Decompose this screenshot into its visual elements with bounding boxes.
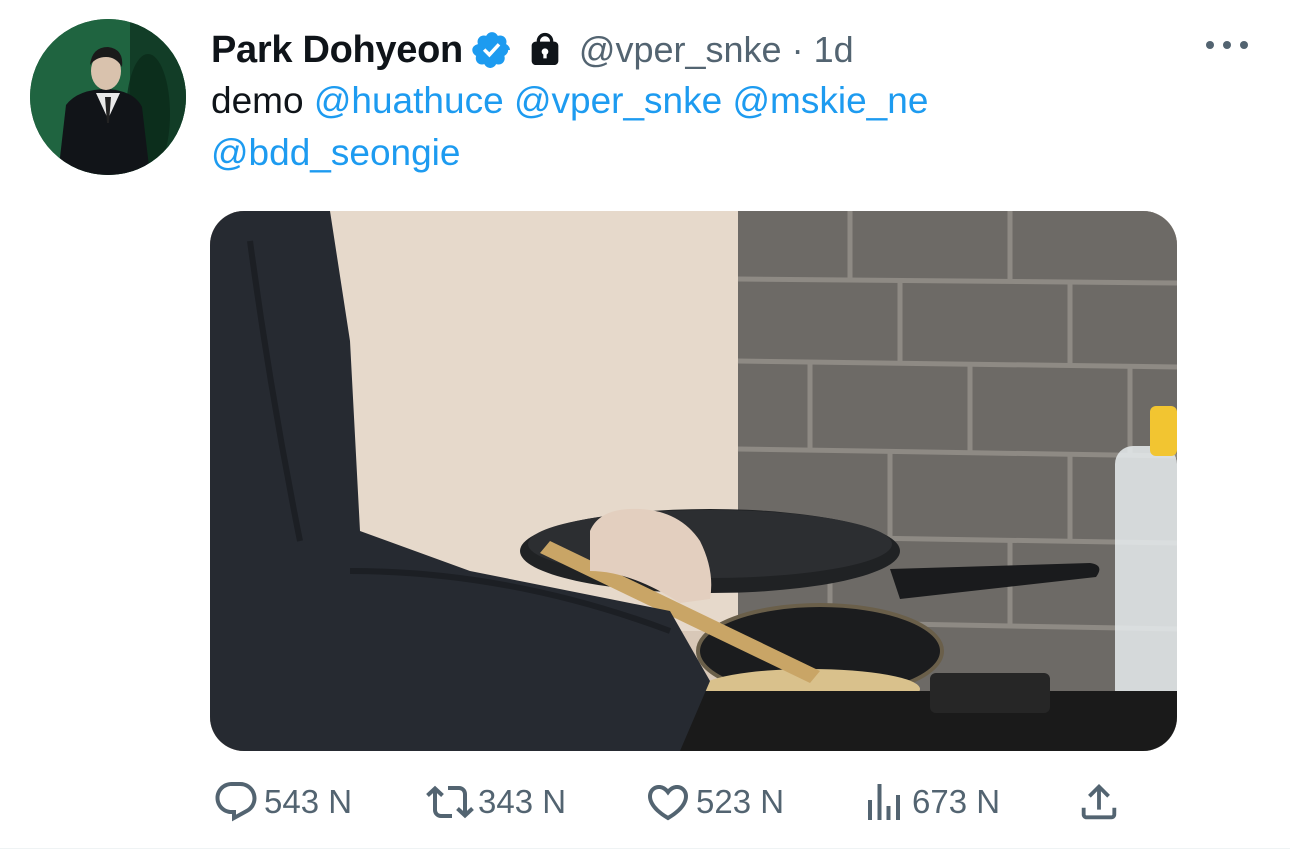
- more-options-icon[interactable]: [1206, 30, 1248, 60]
- views-count: 673 N: [912, 783, 1001, 820]
- tweet-text: demo @huathuce @vper_snke @mskie_ne @bdd…: [211, 75, 1171, 179]
- mention-link[interactable]: @bdd_seongie: [211, 132, 460, 173]
- retweet-icon: [426, 778, 474, 826]
- tweet-text-prefix: demo: [211, 80, 304, 121]
- tweet-header: Park Dohyeon @vper_snke · 1d: [211, 26, 854, 74]
- retweet-count: 343 N: [478, 783, 567, 820]
- author-handle[interactable]: @vper_snke: [579, 29, 782, 71]
- mention-link[interactable]: @huathuce: [314, 80, 504, 121]
- like-icon: [644, 778, 692, 826]
- divider: [0, 848, 1290, 849]
- like-button[interactable]: 523 N: [644, 776, 784, 828]
- retweet-button[interactable]: 343 N: [426, 776, 566, 828]
- reply-button[interactable]: 543 N: [212, 776, 352, 828]
- tweet-timestamp[interactable]: 1d: [814, 29, 854, 71]
- tweet-actions-bar: 543 N 343 N 523 N 673 N: [212, 776, 1132, 828]
- views-button[interactable]: 673 N: [860, 776, 1000, 828]
- share-button[interactable]: [1076, 776, 1122, 828]
- reply-count: 543 N: [264, 783, 353, 820]
- mention-link[interactable]: @vper_snke: [514, 80, 722, 121]
- avatar-image: [30, 19, 186, 175]
- avatar[interactable]: [30, 19, 186, 175]
- like-count: 523 N: [696, 783, 785, 820]
- verified-badge-icon: [471, 29, 513, 71]
- author-name[interactable]: Park Dohyeon: [211, 29, 463, 72]
- share-icon: [1076, 779, 1122, 825]
- tweet-media-image[interactable]: [210, 211, 1177, 751]
- lock-icon: [525, 30, 565, 70]
- separator-dot: ·: [791, 29, 804, 70]
- reply-icon: [212, 778, 260, 826]
- views-icon: [860, 778, 908, 826]
- mention-link[interactable]: @mskie_ne: [733, 80, 929, 121]
